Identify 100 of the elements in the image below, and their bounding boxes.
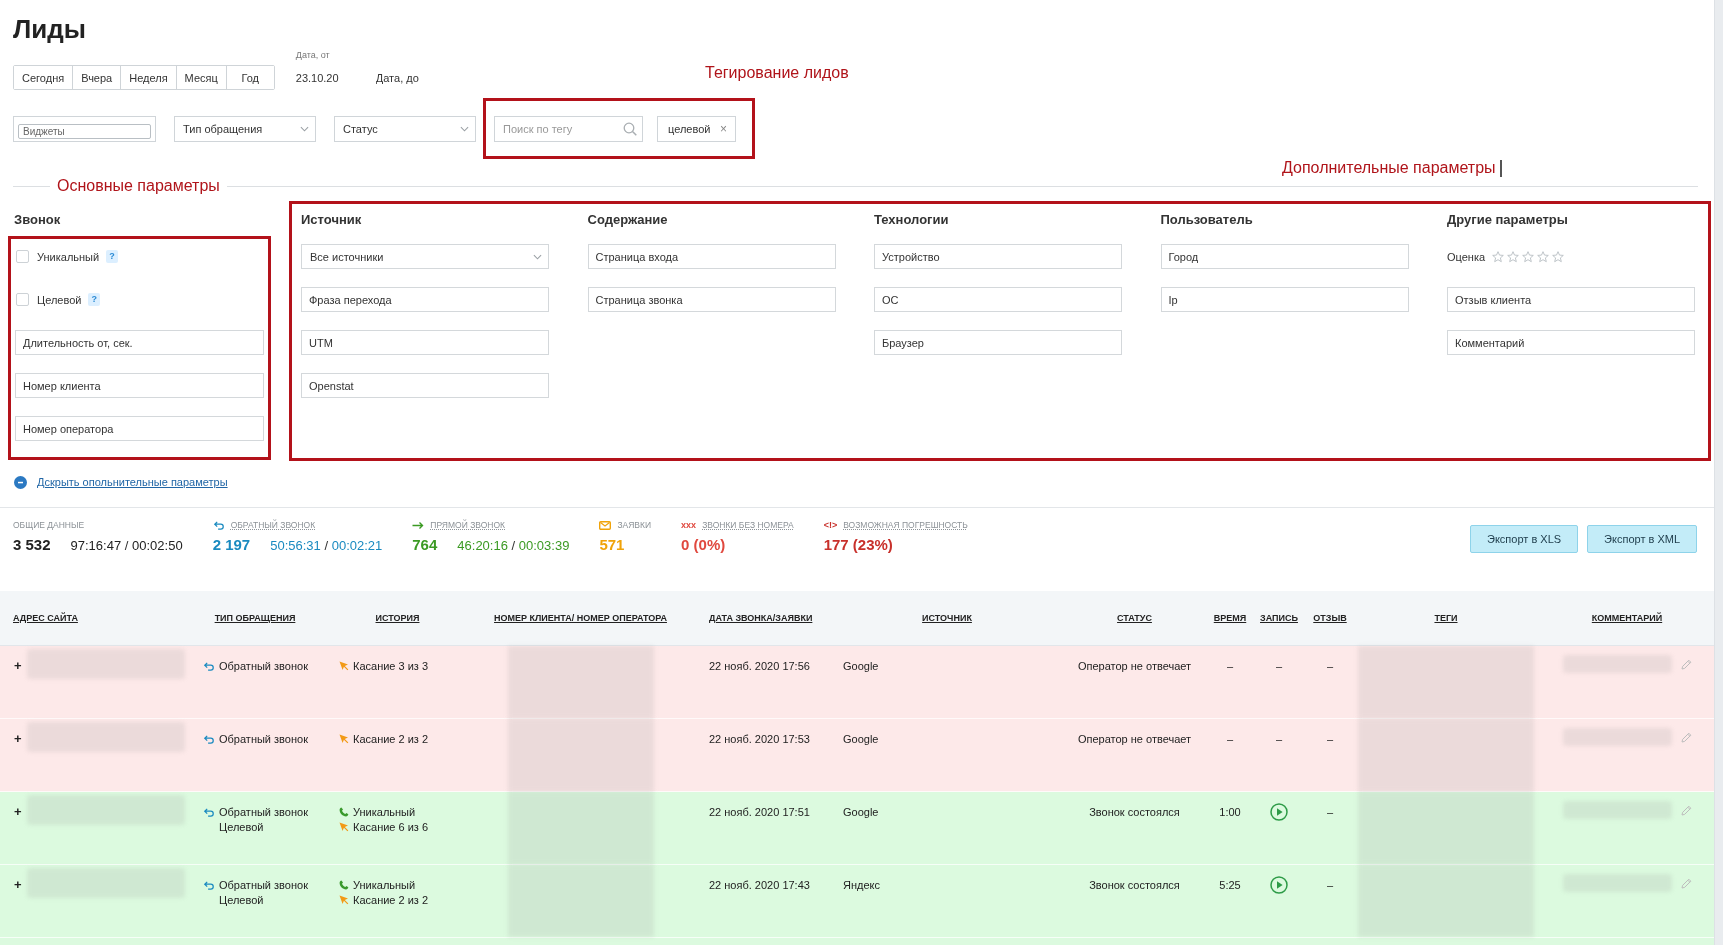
chevron-down-icon xyxy=(533,253,542,260)
pencil-icon[interactable] xyxy=(1680,878,1692,889)
review-text: – xyxy=(1326,732,1334,746)
star-icon[interactable] xyxy=(1552,250,1565,263)
stat-times: 50:56:31 / 00:02:21 xyxy=(270,538,383,554)
annotation-text: Тегирование лидов xyxy=(705,64,849,82)
filter-input[interactable]: ОС xyxy=(874,287,1122,312)
column-header[interactable]: ТЕГИ xyxy=(1434,613,1458,623)
filter-dropdown[interactable]: Статус xyxy=(334,115,476,142)
filter-input[interactable]: Страница звонка xyxy=(587,287,836,312)
status-text: Оператор не отвечает xyxy=(1077,732,1192,746)
toggle-params-link[interactable]: Дскрыть опольнительные параметры xyxy=(37,476,228,488)
text-cursor xyxy=(1499,159,1502,177)
group-title: Другие параметры xyxy=(1447,211,1568,229)
pencil-icon[interactable] xyxy=(1680,805,1692,816)
play-icon[interactable] xyxy=(1270,803,1288,821)
star-icon[interactable] xyxy=(1492,250,1505,263)
column-header[interactable]: ВРЕМЯ xyxy=(1213,613,1247,623)
duration-text: – xyxy=(1226,732,1234,746)
checkbox-label: Уникальный xyxy=(37,250,100,263)
call-type-text: Обратный звонок xyxy=(219,878,308,892)
filter-input[interactable]: Браузер xyxy=(874,330,1122,355)
return-arrow-icon xyxy=(203,662,215,671)
stat-times: 46:20:16 / 00:03:39 xyxy=(457,538,570,554)
date-to-field[interactable]: Дата, до xyxy=(375,65,456,90)
period-tab[interactable]: Сегодня xyxy=(14,66,74,89)
record-text: – xyxy=(1275,732,1283,746)
column-header[interactable]: КОММЕНТАРИЙ xyxy=(1591,613,1663,623)
minus-circle-icon[interactable] xyxy=(14,475,27,489)
filter-input[interactable]: Устройство xyxy=(874,244,1122,269)
duration-text: 5:25 xyxy=(1219,878,1241,892)
stat-count: 2 197 xyxy=(212,537,251,553)
phone-icon xyxy=(339,807,349,817)
filter-input[interactable]: Отзыв клиента xyxy=(1447,287,1695,312)
filter-input[interactable]: Длительность от, сек. xyxy=(15,330,264,355)
filter-input[interactable]: Номер клиента xyxy=(15,373,264,398)
history-text: Касание 3 из 3 xyxy=(353,659,429,673)
scrollbar[interactable] xyxy=(1714,0,1723,945)
group-title: Звонок xyxy=(13,211,61,229)
pencil-icon[interactable] xyxy=(1680,732,1692,743)
column-header[interactable]: СТАТУС xyxy=(1117,613,1152,623)
stat-label: ОБЩИЕ ДАННЫЕ xyxy=(13,520,85,531)
filter-input[interactable]: Ip xyxy=(1160,287,1409,312)
expand-toggle[interactable]: + xyxy=(14,732,22,746)
filter-input[interactable]: UTM xyxy=(301,330,549,355)
play-icon[interactable] xyxy=(1270,876,1288,894)
call-type-text: Обратный звонок xyxy=(219,732,308,746)
export-button[interactable]: Экспорт в XML xyxy=(1587,525,1697,553)
history-text: Уникальный xyxy=(353,878,416,892)
expand-toggle[interactable]: + xyxy=(14,878,22,892)
filter-input[interactable]: Страница входа xyxy=(587,244,836,269)
column-header[interactable]: НОМЕР КЛИЕНТА/ НОМЕР ОПЕРАТОРА xyxy=(494,613,667,623)
call-tag-text: Целевой xyxy=(219,893,265,907)
export-button[interactable]: Экспорт в XLS xyxy=(1470,525,1579,553)
pencil-icon[interactable] xyxy=(1680,659,1692,670)
column-header[interactable]: ИСТОЧНИК xyxy=(922,613,972,623)
widgets-input[interactable]: Виджеты xyxy=(18,123,151,139)
stat-count: 764 xyxy=(412,537,438,553)
cursor-icon xyxy=(339,661,349,671)
source-dropdown[interactable]: Все источники xyxy=(301,244,549,269)
date-text: 22 нояб. 2020 17:53 xyxy=(709,732,810,746)
checkbox[interactable] xyxy=(16,293,29,306)
filter-input[interactable]: Комментарий xyxy=(1447,330,1695,355)
filter-dropdown[interactable]: Тип обращения xyxy=(174,115,316,142)
column-header[interactable]: ДАТА ЗВОНКА/ЗАЯВКИ xyxy=(709,613,813,623)
expand-toggle[interactable]: + xyxy=(14,659,22,673)
filter-input[interactable]: Openstat xyxy=(301,373,549,398)
expand-toggle[interactable]: + xyxy=(14,805,22,819)
tag-search-field[interactable]: Поиск по тегу xyxy=(494,115,643,142)
star-icon[interactable] xyxy=(1507,250,1520,263)
source-text: Google xyxy=(843,805,879,819)
group-title: Содержание xyxy=(587,211,668,229)
star-icon[interactable] xyxy=(1537,250,1550,263)
history-text: Касание 2 из 2 xyxy=(353,732,429,746)
filter-input[interactable]: Номер оператора xyxy=(15,416,264,441)
remove-tag-button[interactable]: × xyxy=(720,122,727,135)
group-title: Технологии xyxy=(874,211,949,229)
right-arrow-icon xyxy=(412,521,425,530)
date-text: 22 нояб. 2020 17:43 xyxy=(709,878,810,892)
filter-input[interactable]: Город xyxy=(1160,244,1409,269)
search-icon[interactable] xyxy=(623,121,637,136)
star-rating[interactable] xyxy=(1492,250,1565,263)
column-header[interactable]: АДРЕС САЙТА xyxy=(13,613,78,623)
column-header[interactable]: ТИП ОБРАЩЕНИЯ xyxy=(214,613,296,623)
review-text: – xyxy=(1326,659,1334,673)
column-header[interactable]: ЗАПИСЬ xyxy=(1260,613,1298,623)
column-header[interactable]: ИСТОРИЯ xyxy=(375,613,420,623)
rating-label: Оценка xyxy=(1447,250,1486,263)
status-text: Оператор не отвечает xyxy=(1077,659,1192,673)
tag-label: целевой xyxy=(668,122,711,135)
status-text: Звонок состоялся xyxy=(1089,805,1180,819)
checkbox[interactable] xyxy=(16,250,29,263)
chevron-down-icon xyxy=(460,125,469,132)
star-icon[interactable] xyxy=(1522,250,1535,263)
history-text: Уникальный xyxy=(353,805,416,819)
column-header[interactable]: ОТЗЫВ xyxy=(1313,613,1347,623)
date-from-field[interactable]: 23.10.20 xyxy=(295,65,356,90)
filter-input[interactable]: Фраза перехода xyxy=(301,287,549,312)
source-text: Google xyxy=(843,659,879,673)
cursor-icon xyxy=(339,895,349,905)
